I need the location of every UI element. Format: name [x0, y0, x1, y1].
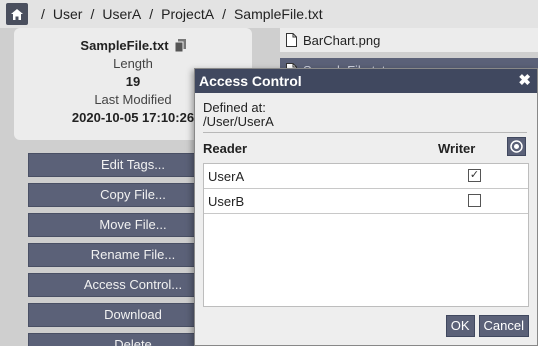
close-icon[interactable]: ✖ — [518, 72, 531, 90]
modal-overlay: Access Control ✖ Defined at: /User/UserA… — [0, 0, 538, 346]
dialog-footer: OK Cancel — [445, 315, 529, 337]
dialog-title: Access Control — [199, 73, 302, 89]
dialog-title-bar: Access Control ✖ — [195, 69, 537, 93]
reader-column-header: Reader — [203, 141, 248, 156]
eye-icon — [510, 140, 523, 153]
acl-table-header: Reader Writer — [195, 133, 537, 161]
writer-column-header: Writer — [438, 141, 476, 156]
defined-at: Defined at: /User/UserA — [195, 93, 537, 129]
ok-button[interactable]: OK — [445, 315, 475, 337]
table-row[interactable]: UserB — [204, 189, 528, 214]
cancel-button[interactable]: Cancel — [478, 315, 529, 337]
writer-checkbox[interactable] — [468, 194, 481, 207]
view-permissions-button[interactable] — [507, 137, 526, 156]
defined-at-label: Defined at: — [203, 100, 266, 115]
acl-table: UserA ✓ UserB — [203, 163, 529, 307]
reader-name: UserA — [208, 169, 245, 184]
writer-checkbox[interactable]: ✓ — [468, 169, 481, 182]
access-control-dialog: Access Control ✖ Defined at: /User/UserA… — [194, 68, 538, 346]
table-row[interactable]: UserA ✓ — [204, 164, 528, 189]
reader-name: UserB — [208, 194, 245, 209]
defined-at-path: /User/UserA — [203, 114, 274, 129]
